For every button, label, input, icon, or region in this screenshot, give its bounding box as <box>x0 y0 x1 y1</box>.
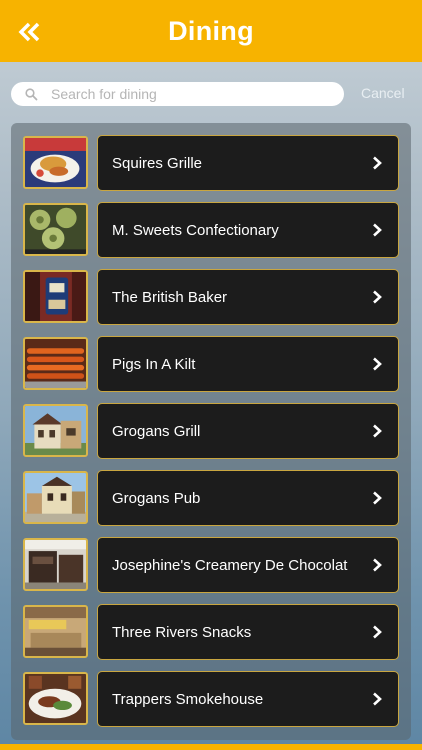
search-field[interactable] <box>11 82 344 106</box>
list-item-label: Three Rivers Snacks <box>112 623 252 641</box>
chevron-right-icon <box>372 290 384 304</box>
thumbnail-image[interactable] <box>23 136 88 189</box>
list-item-label: Grogans Pub <box>112 489 201 507</box>
list-item-button[interactable]: Trappers Smokehouse <box>97 671 399 727</box>
thumbnail-image[interactable] <box>23 605 88 658</box>
chevron-right-icon <box>372 156 384 170</box>
list-item-button[interactable]: M. Sweets Confectionary <box>97 202 399 258</box>
list-item-button[interactable]: Josephine's Creamery De Chocolat <box>97 537 399 593</box>
list-item: M. Sweets Confectionary <box>11 202 411 258</box>
list-item: Trappers Smokehouse <box>11 671 411 727</box>
back-button[interactable] <box>17 20 43 44</box>
chevron-right-icon <box>372 558 384 572</box>
list-item: Grogans Pub <box>11 470 411 526</box>
thumbnail-image[interactable] <box>23 337 88 390</box>
list-item: Three Rivers Snacks <box>11 604 411 660</box>
thumbnail-image[interactable] <box>23 471 88 524</box>
list-item-button[interactable]: Grogans Pub <box>97 470 399 526</box>
dining-list: Squires Grille M. Sweets Confectionary T… <box>11 123 411 740</box>
list-item-label: Trappers Smokehouse <box>112 690 264 708</box>
chevron-right-icon <box>372 491 384 505</box>
list-item-label: Josephine's Creamery De Chocolat <box>112 556 348 574</box>
list-item: Grogans Grill <box>11 403 411 459</box>
search-bar: Cancel <box>0 62 422 122</box>
chevron-right-icon <box>372 223 384 237</box>
list-item: Josephine's Creamery De Chocolat <box>11 537 411 593</box>
list-item: Pigs In A Kilt <box>11 336 411 392</box>
chevron-right-icon <box>372 692 384 706</box>
chevron-right-icon <box>372 424 384 438</box>
list-item-button[interactable]: The British Baker <box>97 269 399 325</box>
thumbnail-image[interactable] <box>23 404 88 457</box>
search-input[interactable] <box>51 86 311 102</box>
list-item-button[interactable]: Pigs In A Kilt <box>97 336 399 392</box>
bottom-accent-bar <box>0 744 422 750</box>
thumbnail-image[interactable] <box>23 270 88 323</box>
list-item-label: M. Sweets Confectionary <box>112 221 279 239</box>
list-item-label: Pigs In A Kilt <box>112 355 196 373</box>
thumbnail-image[interactable] <box>23 203 88 256</box>
list-item-button[interactable]: Three Rivers Snacks <box>97 604 399 660</box>
chevron-right-icon <box>372 625 384 639</box>
page-title: Dining <box>168 15 254 46</box>
double-chevron-left-icon <box>18 22 40 42</box>
chevron-right-icon <box>372 357 384 371</box>
list-item: Squires Grille <box>11 135 411 191</box>
list-item-label: Grogans Grill <box>112 422 201 440</box>
search-icon <box>25 87 39 101</box>
list-item-button[interactable]: Squires Grille <box>97 135 399 191</box>
cancel-button[interactable]: Cancel <box>361 85 405 101</box>
nav-header: Dining <box>0 0 422 62</box>
list-item: The British Baker <box>11 269 411 325</box>
list-item-label: Squires Grille <box>112 154 203 172</box>
thumbnail-image[interactable] <box>23 538 88 591</box>
list-item-label: The British Baker <box>112 288 228 306</box>
list-item-button[interactable]: Grogans Grill <box>97 403 399 459</box>
thumbnail-image[interactable] <box>23 672 88 725</box>
